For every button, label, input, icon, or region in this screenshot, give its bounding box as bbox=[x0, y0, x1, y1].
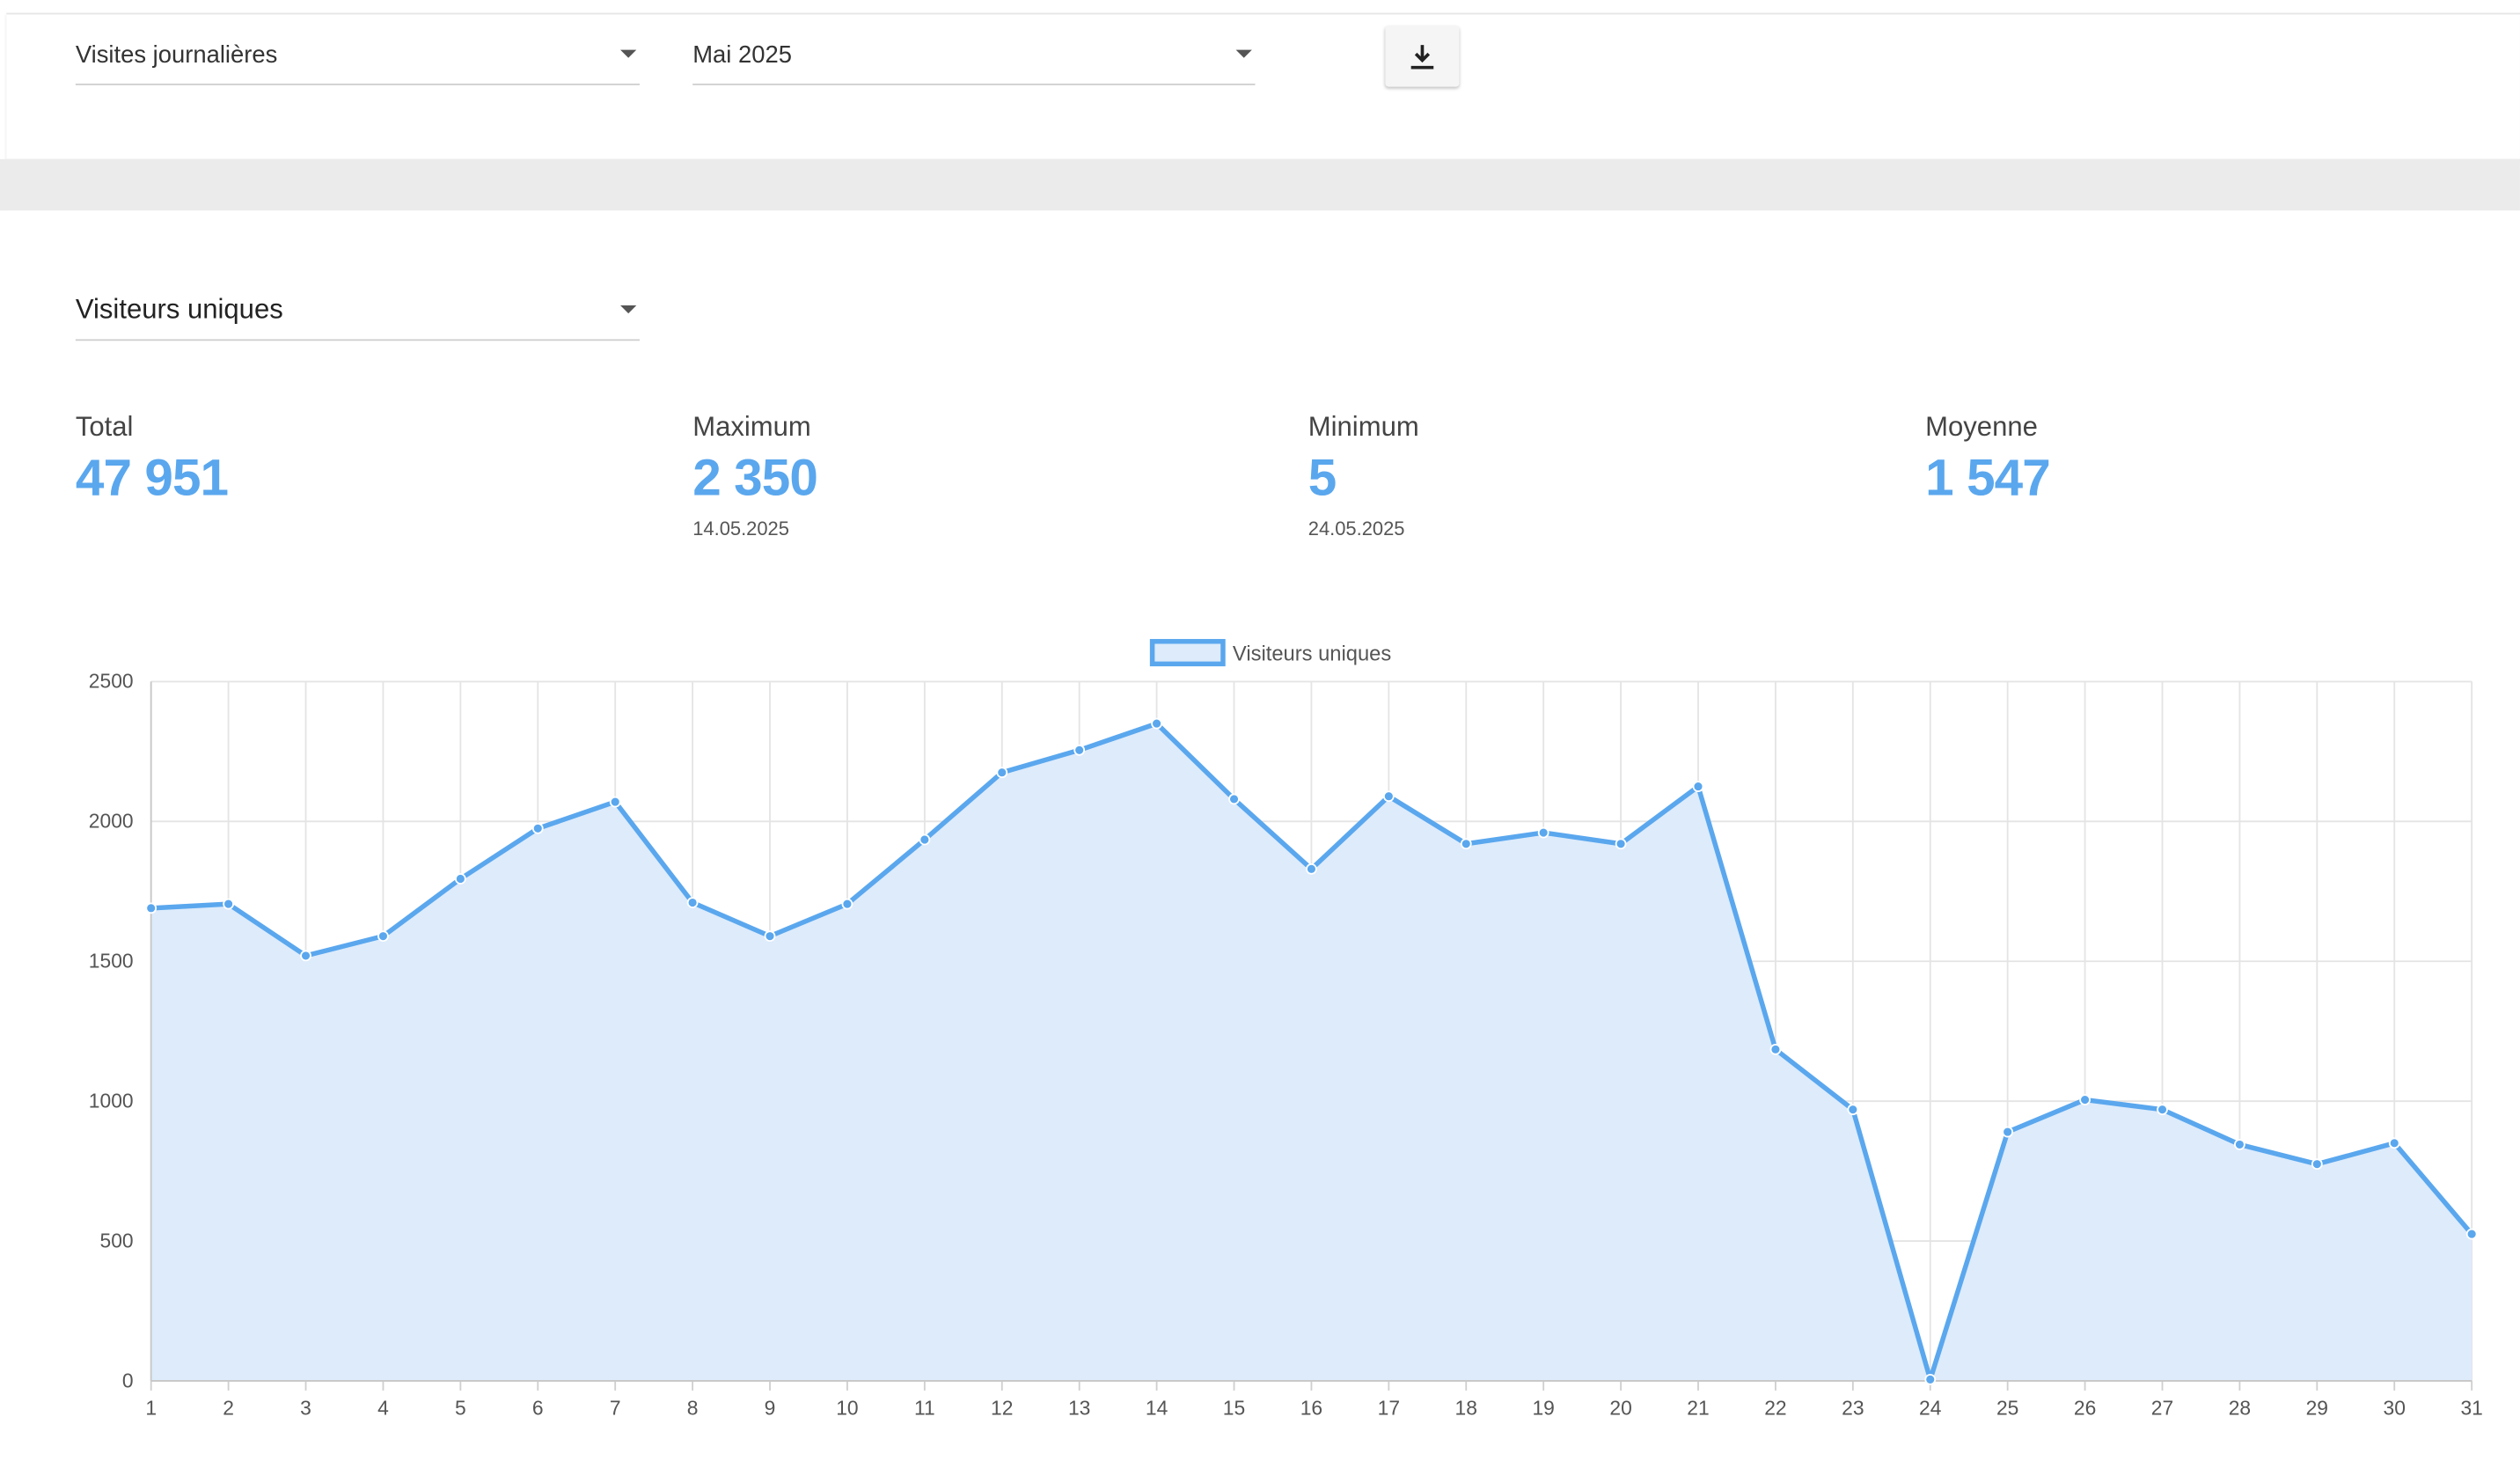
data-point bbox=[2465, 1228, 2478, 1240]
data-point bbox=[2157, 1104, 2168, 1116]
x-tick-label: 16 bbox=[1300, 1396, 1322, 1419]
data-point bbox=[2234, 1139, 2245, 1150]
x-tick-label: 9 bbox=[765, 1396, 776, 1419]
data-point bbox=[919, 833, 931, 846]
legend-label: Visiteurs uniques bbox=[1233, 643, 1391, 666]
data-point bbox=[1382, 790, 1395, 803]
data-point bbox=[1692, 781, 1704, 793]
data-point bbox=[1073, 744, 1086, 756]
x-tick-label: 4 bbox=[377, 1396, 389, 1419]
visitors-area-chart: 050010001500200025001 2 3 4 5 6 7 8 9 10 11 12 13 14 1… bbox=[89, 639, 2483, 1419]
x-tick-label: 24 bbox=[1919, 1396, 1942, 1419]
data-point bbox=[300, 950, 311, 962]
data-point bbox=[454, 873, 466, 885]
data-point bbox=[1615, 838, 1627, 850]
data-point bbox=[1847, 1104, 1859, 1116]
x-tick-label: 29 bbox=[2306, 1396, 2328, 1419]
data-point bbox=[1769, 1043, 1782, 1055]
y-tick-label: 0 bbox=[122, 1369, 134, 1391]
x-tick-label: 23 bbox=[1842, 1396, 1864, 1419]
data-point bbox=[2388, 1137, 2400, 1149]
x-tick-label: 30 bbox=[2384, 1396, 2406, 1419]
x-tick-label: 26 bbox=[2074, 1396, 2096, 1419]
x-tick-label: 7 bbox=[610, 1396, 621, 1419]
x-tick-label: 2 bbox=[223, 1396, 234, 1419]
data-point bbox=[686, 897, 699, 908]
x-tick-label: 12 bbox=[991, 1396, 1013, 1419]
y-tick-label: 1000 bbox=[89, 1089, 134, 1112]
data-point bbox=[1306, 863, 1317, 875]
x-tick-label: 8 bbox=[687, 1396, 699, 1419]
data-point bbox=[1460, 838, 1472, 850]
x-tick-label: 11 bbox=[914, 1396, 935, 1419]
x-tick-label: 21 bbox=[1687, 1396, 1709, 1419]
data-point bbox=[145, 902, 158, 914]
legend-swatch bbox=[1149, 639, 1226, 667]
data-point bbox=[2311, 1158, 2323, 1171]
data-point bbox=[2079, 1094, 2091, 1105]
x-tick-label: 20 bbox=[1609, 1396, 1631, 1419]
data-point bbox=[377, 930, 389, 943]
data-point bbox=[996, 767, 1008, 779]
x-tick-label: 6 bbox=[532, 1396, 544, 1419]
x-tick-label: 3 bbox=[300, 1396, 311, 1419]
x-tick-label: 25 bbox=[1996, 1396, 2018, 1419]
data-point bbox=[1228, 793, 1240, 805]
data-point bbox=[1537, 826, 1549, 839]
x-tick-label: 13 bbox=[1068, 1396, 1090, 1419]
data-point bbox=[764, 930, 776, 943]
x-tick-label: 17 bbox=[1378, 1396, 1400, 1419]
x-tick-label: 18 bbox=[1455, 1396, 1477, 1419]
data-point bbox=[531, 822, 544, 834]
data-point bbox=[223, 898, 234, 910]
data-point bbox=[1151, 717, 1162, 730]
x-tick-label: 10 bbox=[836, 1396, 858, 1419]
x-tick-label: 31 bbox=[2460, 1396, 2482, 1419]
x-tick-label: 1 bbox=[145, 1396, 157, 1419]
data-point bbox=[2002, 1126, 2014, 1138]
x-tick-label: 14 bbox=[1146, 1396, 1168, 1419]
x-tick-label: 19 bbox=[1532, 1396, 1554, 1419]
y-tick-label: 2500 bbox=[89, 670, 134, 693]
data-point bbox=[841, 898, 853, 910]
x-tick-label: 27 bbox=[2151, 1396, 2173, 1419]
y-tick-label: 2000 bbox=[89, 810, 134, 833]
x-tick-label: 15 bbox=[1223, 1396, 1245, 1419]
data-point bbox=[1924, 1373, 1937, 1385]
x-tick-label: 28 bbox=[2229, 1396, 2251, 1419]
x-tick-label: 5 bbox=[455, 1396, 466, 1419]
data-point bbox=[609, 796, 621, 808]
y-tick-label: 500 bbox=[100, 1229, 134, 1252]
y-tick-label: 1500 bbox=[89, 950, 134, 973]
x-tick-label: 22 bbox=[1764, 1396, 1786, 1419]
